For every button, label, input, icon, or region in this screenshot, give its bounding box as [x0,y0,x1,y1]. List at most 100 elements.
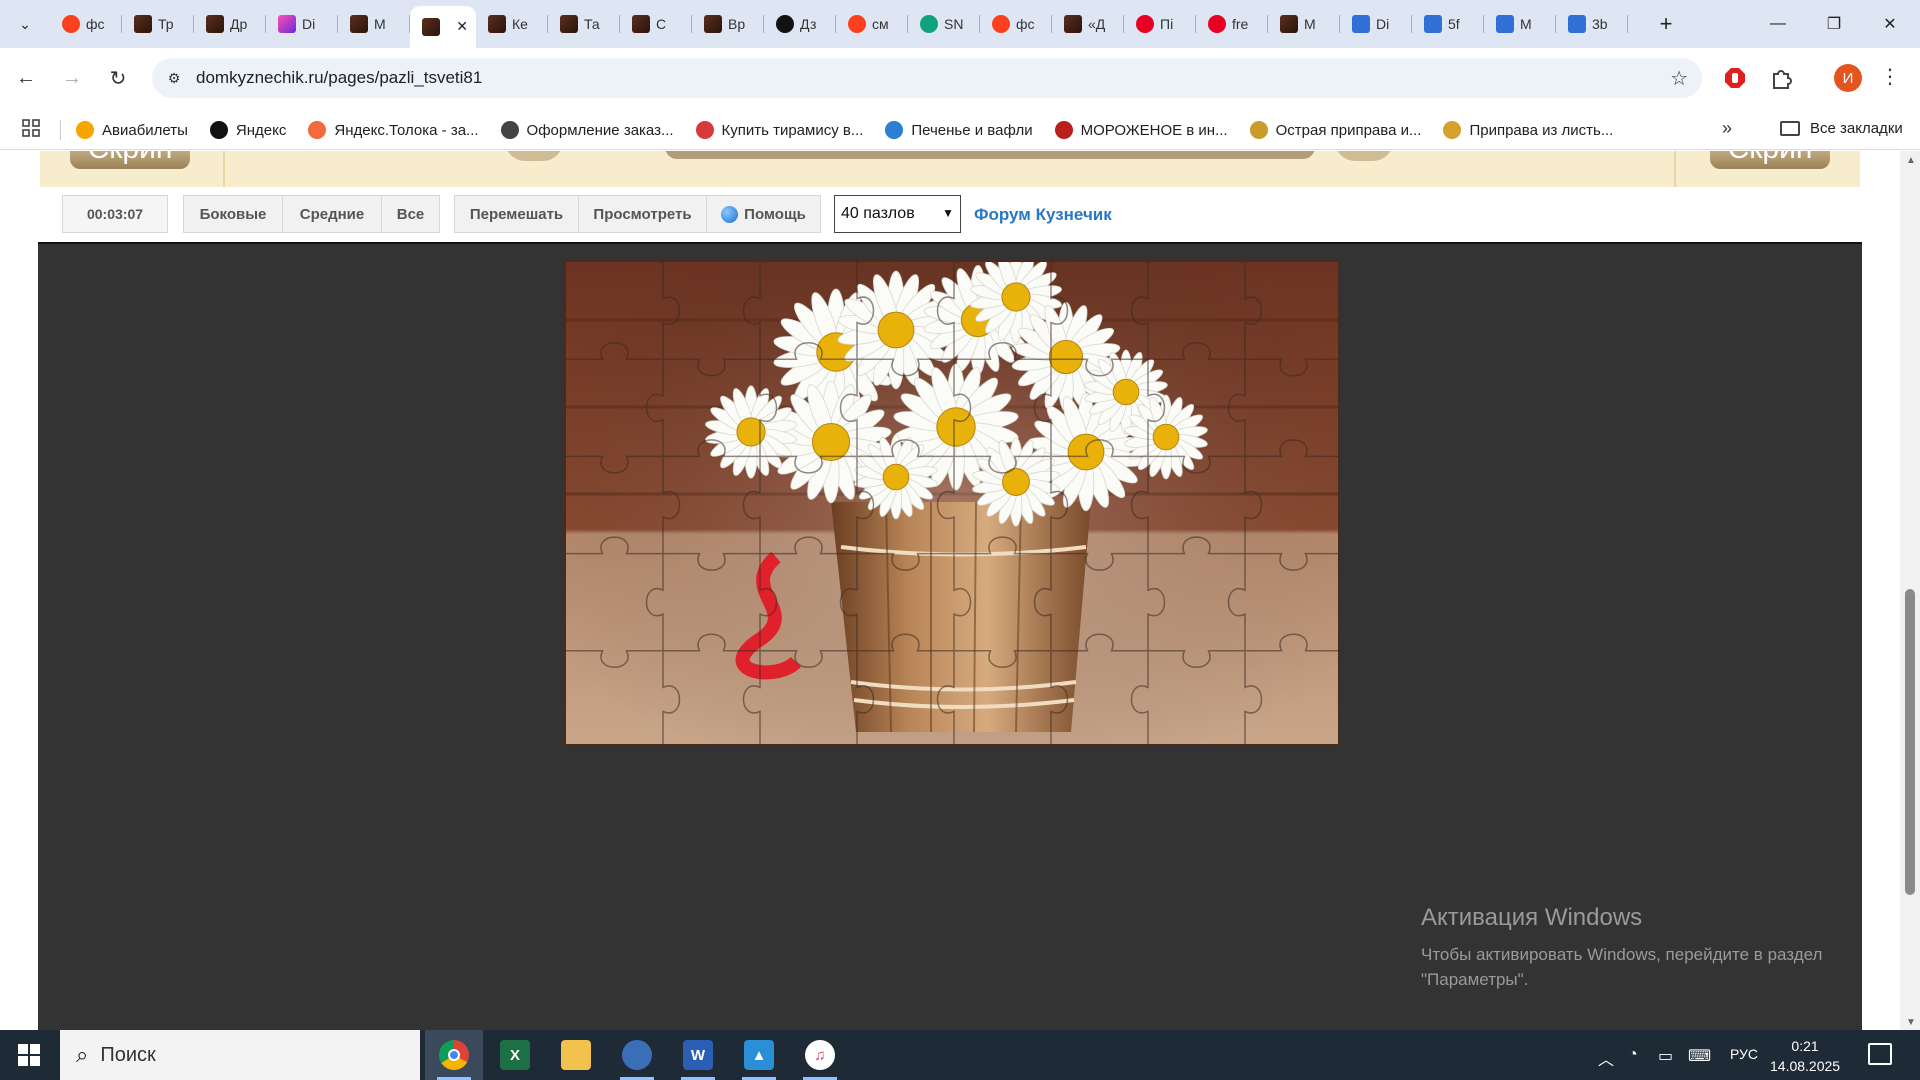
profile-avatar[interactable]: И [1834,64,1862,92]
browser-tab[interactable]: Тр [122,6,194,42]
more-bookmarks-chevron-icon[interactable]: » [1722,118,1732,139]
clock[interactable]: 0:21 14.08.2025 [1770,1036,1840,1076]
extensions-puzzle-icon[interactable] [1766,63,1796,93]
browser-tab[interactable]: Пі [1124,6,1196,42]
reload-icon[interactable]: ↻ [102,62,134,94]
forward-icon[interactable]: → [56,62,88,94]
taskbar-itunes[interactable]: ♫ [791,1030,849,1080]
browser-tab[interactable]: см [836,6,908,42]
shuffle-button[interactable]: Перемешать [454,195,579,233]
browser-tab[interactable]: fre [1196,6,1268,42]
tab-label: Ке [512,16,528,32]
puzzle-controls: 00:03:07 Боковые Средние Все Перемешать … [40,187,1860,242]
browser-tab[interactable]: М [338,6,410,42]
browser-tab[interactable]: С [620,6,692,42]
adblock-extension-icon[interactable] [1720,63,1750,93]
bookmark-label: Печенье и вафли [911,121,1033,139]
all-bookmarks-button[interactable]: Все закладки [1780,120,1903,137]
tab-active[interactable]: ✕ [410,6,476,48]
middle-pieces-button[interactable]: Средние [282,195,382,233]
battery-icon[interactable]: ▭ [1658,1046,1673,1066]
bookmark-list: Авиабилеты Яндекс Яндекс.Толока - за... Офо… [76,110,1635,150]
bookmark-item[interactable]: Оформление заказ... [500,121,674,139]
tab-label: Та [584,16,600,32]
tab-label: 5f [1448,16,1460,32]
taskbar-photos[interactable]: ▲ [730,1030,788,1080]
tab-label: Di [302,16,316,32]
help-button[interactable]: Помощь [706,195,821,233]
browser-tab[interactable]: фс [50,6,122,42]
network-icon[interactable]: ◔ [1628,1046,1638,1064]
all-pieces-button[interactable]: Все [381,195,440,233]
browser-tab[interactable]: М [1484,6,1556,42]
browser-tab[interactable]: Ке [476,6,548,42]
keyboard-icon[interactable]: ⌨ [1688,1046,1711,1066]
browser-tab[interactable]: Др [194,6,266,42]
taskbar-search-box[interactable]: ⌕ Поиск [60,1030,420,1080]
tab-search-chevron-icon[interactable]: ⌄ [10,12,40,36]
taskbar-word[interactable]: W [669,1030,727,1080]
browser-tab[interactable]: М [1268,6,1340,42]
apps-grid-icon[interactable] [22,119,40,142]
bookmark-item[interactable]: Авиабилеты [76,121,188,139]
new-tab-button[interactable]: + [1652,10,1680,38]
forum-link[interactable]: Форум Кузнечик [974,205,1112,225]
bookmark-item[interactable]: Острая приправа и... [1249,121,1421,139]
scroll-up-arrow-icon[interactable]: ▲ [1906,155,1916,166]
scrollbar-thumb[interactable] [1905,589,1915,895]
app-icon [278,15,296,33]
back-icon[interactable]: ← [10,62,42,94]
bookmark-favicon [76,121,94,139]
menu-kebab-icon[interactable]: ⋮ [1880,64,1900,89]
browser-tab[interactable]: Та [548,6,620,42]
address-bar[interactable]: ⚙ domkyznechik.ru/pages/pazli_tsveti81 ☆ [152,58,1702,98]
tab-strip: ⌄ фс Тр Др Di М ✕ Ке Та С Вр Дз см SN фс «Д Пі fre М Di 5f М… [0,0,1920,48]
browser-tab[interactable]: Вр [692,6,764,42]
screenshot-button-right[interactable]: Скрин [1710,151,1830,169]
bookmark-item[interactable]: Яндекс [209,121,286,139]
bookmark-favicon [209,121,228,139]
browser-tab[interactable]: «Д [1052,6,1124,42]
browser-tab[interactable]: Di [266,6,338,42]
minimize-icon[interactable]: — [1750,8,1806,40]
url-text[interactable]: domkyznechik.ru/pages/pazli_tsveti81 [196,68,482,88]
screenshot-button-left[interactable]: Скрин [70,151,190,169]
browser-tab[interactable]: Дз [764,6,836,42]
browser-tab[interactable]: фс [980,6,1052,42]
site-favicon [1280,15,1298,33]
bookmark-item[interactable]: Приправа из листь... [1443,121,1613,139]
side-pieces-button[interactable]: Боковые [183,195,283,233]
bookmark-label: Авиабилеты [102,121,188,139]
notifications-icon[interactable] [1868,1043,1892,1065]
pieces-count-select[interactable]: 40 пазлов ▼ [834,195,961,233]
puzzle-board[interactable] [564,260,1340,746]
bookmark-favicon [500,121,519,139]
browser-tab[interactable]: 5f [1412,6,1484,42]
divider [1674,151,1676,187]
tray-chevron-icon[interactable]: ︿ [1598,1046,1614,1070]
bookmark-item[interactable]: Печенье и вафли [885,121,1033,139]
bookmark-item[interactable]: МОРОЖЕНОЕ в ин... [1054,121,1228,139]
chatgpt-icon [920,15,938,33]
taskbar-excel[interactable]: X [486,1030,544,1080]
browser-tab[interactable]: 3b [1556,6,1628,42]
bookmark-item[interactable]: Яндекс.Толока - за... [308,121,479,139]
tab-close-icon[interactable]: ✕ [456,18,468,35]
language-indicator[interactable]: РУС [1730,1046,1758,1062]
scroll-down-arrow-icon[interactable]: ▼ [1906,1017,1916,1028]
bookmark-item[interactable]: Купить тирамису в... [695,121,863,139]
site-favicon [560,15,578,33]
taskbar-explorer[interactable] [547,1030,605,1080]
maximize-icon[interactable]: ❐ [1806,8,1862,40]
taskbar-chrome[interactable] [425,1030,483,1080]
puzzle-image [566,262,1338,744]
browser-tab[interactable]: Di [1340,6,1412,42]
site-info-icon[interactable]: ⚙ [164,68,184,88]
close-window-icon[interactable]: ✕ [1862,8,1918,40]
browser-tab[interactable]: SN [908,6,980,42]
preview-button[interactable]: Просмотреть [578,195,707,233]
windows-start-icon[interactable] [18,1044,40,1066]
page-scrollbar[interactable]: ▲ ▼ [1900,151,1920,1030]
bookmark-star-icon[interactable]: ☆ [1670,66,1688,91]
taskbar-app[interactable] [608,1030,666,1080]
